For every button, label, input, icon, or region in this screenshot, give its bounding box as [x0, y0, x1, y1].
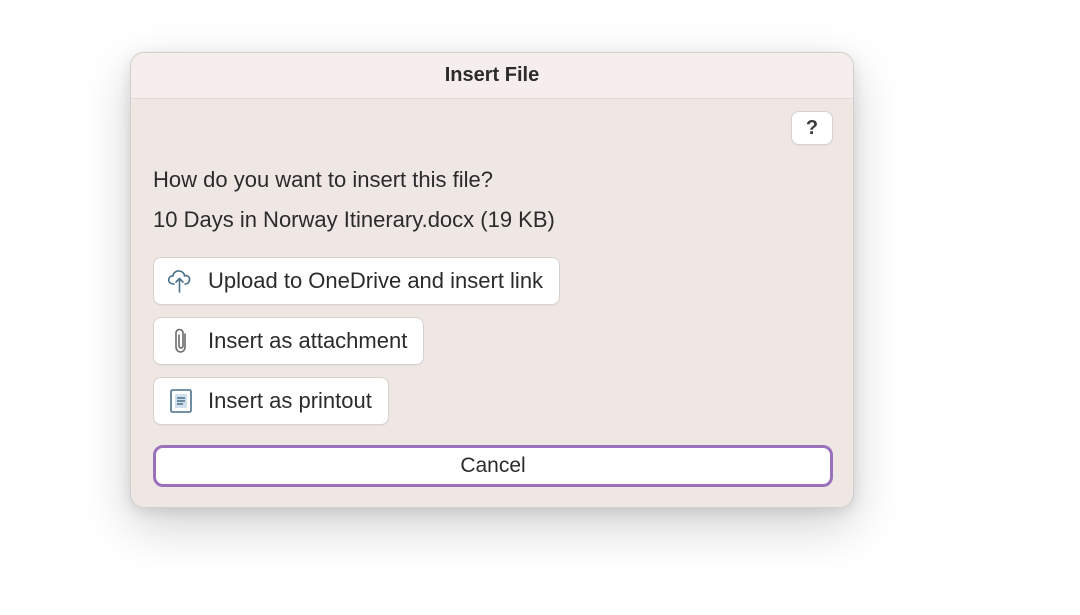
insert-printout-label: Insert as printout	[208, 388, 372, 414]
dialog-titlebar: Insert File	[131, 53, 853, 99]
cancel-button[interactable]: Cancel	[153, 445, 833, 487]
help-icon: ?	[806, 117, 818, 140]
dialog-title: Insert File	[445, 64, 539, 87]
insert-prompt-text: How do you want to insert this file?	[153, 167, 833, 193]
dialog-body: ? How do you want to insert this file? 1…	[131, 99, 853, 507]
insert-printout-button[interactable]: Insert as printout	[153, 377, 389, 425]
upload-onedrive-button[interactable]: Upload to OneDrive and insert link	[153, 257, 560, 305]
upload-onedrive-label: Upload to OneDrive and insert link	[208, 268, 543, 294]
insert-attachment-button[interactable]: Insert as attachment	[153, 317, 424, 365]
help-button[interactable]: ?	[791, 111, 833, 145]
insert-attachment-label: Insert as attachment	[208, 328, 407, 354]
paperclip-icon	[166, 326, 196, 356]
cancel-label: Cancel	[460, 454, 525, 478]
insert-file-dialog: Insert File ? How do you want to insert …	[130, 52, 854, 508]
file-name-text: 10 Days in Norway Itinerary.docx (19 KB)	[153, 207, 833, 233]
printout-page-icon	[166, 386, 196, 416]
cloud-upload-icon	[166, 266, 196, 296]
